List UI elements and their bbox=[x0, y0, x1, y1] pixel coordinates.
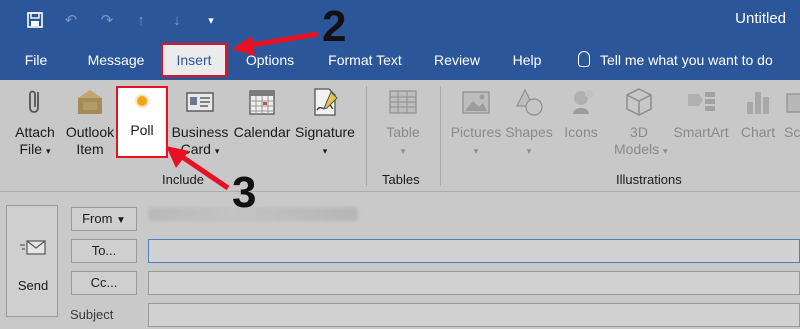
up-arrow-icon[interactable]: ↑ bbox=[130, 9, 152, 31]
tab-insert[interactable]: Insert bbox=[161, 43, 227, 77]
chevron-down-icon: ▼ bbox=[116, 215, 126, 226]
poll-label: Poll bbox=[130, 122, 154, 138]
send-mail-icon bbox=[20, 238, 46, 258]
outlook-item-label-2: Item bbox=[76, 141, 104, 157]
attach-file-button[interactable]: Attach File ▾ bbox=[8, 86, 62, 166]
chart-label: Chart bbox=[740, 124, 776, 140]
customize-icon[interactable]: ▾ bbox=[200, 9, 222, 31]
chart-button[interactable]: Chart bbox=[736, 86, 780, 166]
chevron-down-icon: ▾ bbox=[214, 146, 220, 156]
tab-review[interactable]: Review bbox=[428, 40, 486, 80]
ribbon-tabs: File Message Insert Options Format Text … bbox=[0, 40, 800, 80]
tell-me-label: Tell me what you want to do bbox=[600, 52, 773, 68]
compose-header: Send From ▼ To... Cc... Subject bbox=[0, 193, 800, 329]
cube-icon bbox=[623, 86, 655, 118]
pictures-label: Pictures bbox=[450, 124, 502, 140]
business-card-icon bbox=[184, 86, 216, 118]
send-label: Send bbox=[17, 278, 49, 293]
tab-file[interactable]: File bbox=[14, 40, 58, 80]
to-button[interactable]: To... bbox=[71, 239, 137, 263]
step-number-2: 2 bbox=[322, 2, 347, 51]
lightbulb-icon bbox=[578, 51, 590, 68]
poll-icon bbox=[137, 96, 147, 106]
chevron-down-icon: ▾ bbox=[473, 146, 479, 156]
outlook-item-button[interactable]: Outlook Item bbox=[62, 86, 118, 166]
redo-icon[interactable]: ↷ bbox=[96, 9, 118, 31]
icons-label: Icons bbox=[564, 124, 598, 140]
group-separator bbox=[366, 86, 367, 186]
icons-button[interactable]: Icons bbox=[558, 86, 604, 166]
step-number-3: 3 bbox=[232, 168, 257, 217]
tab-message[interactable]: Message bbox=[80, 40, 152, 80]
smartart-icon bbox=[685, 86, 717, 118]
group-label-tables: Tables bbox=[382, 172, 420, 187]
screenshot-button[interactable]: Sc bbox=[784, 86, 800, 166]
pictures-icon bbox=[460, 86, 492, 118]
tab-options[interactable]: Options bbox=[236, 40, 304, 80]
outlook-item-label-1: Outlook bbox=[65, 124, 115, 140]
signature-label: Signature bbox=[295, 124, 355, 140]
chevron-down-icon: ▾ bbox=[400, 146, 406, 156]
attach-file-label-1: Attach bbox=[15, 124, 55, 140]
tell-me-search[interactable]: Tell me what you want to do bbox=[578, 40, 773, 80]
group-separator bbox=[440, 86, 441, 186]
down-arrow-icon[interactable]: ↓ bbox=[166, 9, 188, 31]
shapes-icon bbox=[513, 86, 545, 118]
cc-field[interactable] bbox=[148, 271, 800, 295]
shapes-label: Shapes bbox=[505, 124, 553, 140]
calendar-button[interactable]: Calendar bbox=[232, 86, 292, 166]
icons-icon bbox=[565, 86, 597, 118]
chevron-down-icon: ▾ bbox=[322, 146, 328, 156]
smartart-label: SmartArt bbox=[673, 124, 729, 140]
cc-button[interactable]: Cc... bbox=[71, 271, 137, 295]
chevron-down-icon: ▾ bbox=[45, 146, 51, 156]
undo-icon[interactable]: ↶ bbox=[60, 9, 82, 31]
3d-models-label-1: 3D bbox=[630, 124, 648, 140]
subject-field[interactable] bbox=[148, 303, 800, 327]
signature-icon bbox=[309, 86, 341, 118]
screenshot-icon bbox=[784, 86, 800, 118]
business-card-button[interactable]: Business Card ▾ bbox=[170, 86, 230, 166]
pictures-button[interactable]: Pictures ▾ bbox=[448, 86, 504, 166]
screenshot-label: Sc bbox=[784, 124, 800, 140]
business-card-label-1: Business bbox=[171, 124, 229, 140]
outlook-item-icon bbox=[74, 86, 106, 118]
chart-icon bbox=[742, 86, 774, 118]
3d-models-button[interactable]: 3D Models ▾ bbox=[614, 86, 668, 166]
group-label-include: Include bbox=[162, 172, 204, 187]
from-button[interactable]: From ▼ bbox=[71, 207, 137, 231]
3d-models-label-2: Models bbox=[614, 141, 660, 157]
shapes-button[interactable]: Shapes ▾ bbox=[504, 86, 554, 166]
save-icon[interactable] bbox=[24, 9, 46, 31]
signature-button[interactable]: Signature ▾ bbox=[292, 86, 358, 166]
title-bar: ↶ ↷ ↑ ↓ ▾ Untitled bbox=[0, 0, 800, 40]
calendar-icon bbox=[246, 86, 278, 118]
group-label-illustrations: Illustrations bbox=[616, 172, 682, 187]
business-card-label-2: Card bbox=[180, 141, 211, 157]
chevron-down-icon: ▾ bbox=[526, 146, 532, 156]
to-field[interactable] bbox=[148, 239, 800, 263]
poll-button[interactable]: Poll bbox=[116, 86, 168, 158]
table-button[interactable]: Table ▾ bbox=[376, 86, 430, 166]
from-label: From bbox=[82, 211, 113, 226]
table-icon bbox=[387, 86, 419, 118]
paperclip-icon bbox=[19, 86, 51, 118]
tab-help[interactable]: Help bbox=[504, 40, 550, 80]
send-button[interactable]: Send bbox=[6, 205, 58, 317]
smartart-button[interactable]: SmartArt bbox=[670, 86, 732, 166]
table-label: Table bbox=[386, 124, 420, 140]
window-title: Untitled bbox=[735, 10, 786, 27]
subject-label: Subject bbox=[70, 307, 114, 322]
chevron-down-icon: ▾ bbox=[663, 146, 668, 156]
calendar-label: Calendar bbox=[233, 124, 291, 140]
attach-file-label-2: File bbox=[19, 141, 43, 157]
